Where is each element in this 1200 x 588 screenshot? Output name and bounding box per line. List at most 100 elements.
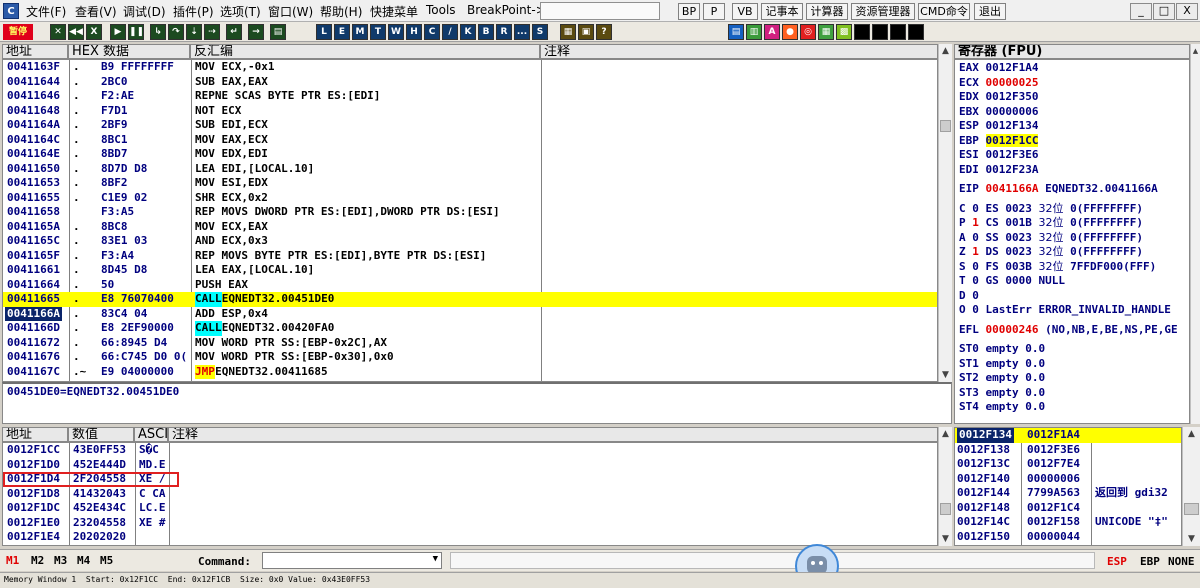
stack-pane[interactable]: 0012F134 0012F1A4 0012F138 0012F3E6 0012F13C…	[954, 427, 1182, 546]
memory-window-icon[interactable]: M	[352, 24, 368, 40]
registers-header[interactable]: 寄存器 (FPU)	[954, 44, 1190, 59]
dump-row[interactable]: 0012F1E0 23204558 XE #	[3, 516, 937, 531]
register-value[interactable]: 0012F1A4	[986, 61, 1039, 74]
patches-window-icon[interactable]: /	[442, 24, 458, 40]
mem-tab-m2[interactable]: M2	[31, 554, 44, 567]
register-value[interactable]: 00000025	[986, 76, 1039, 89]
disasm-row[interactable]: 0041164E. 8BD7 MOV EDX,EDI	[3, 147, 937, 162]
flag-value[interactable]: 0	[972, 202, 979, 215]
stack-scroll-thumb[interactable]	[1184, 503, 1199, 515]
disasm-header-disasm[interactable]: 反汇编	[190, 44, 540, 59]
rewind-icon[interactable]: ◀◀	[68, 24, 84, 40]
register-value[interactable]: 00000246	[986, 323, 1039, 336]
menu-breakpoint[interactable]: BreakPoint->	[467, 3, 546, 17]
execute-till-return-icon[interactable]: ↵	[226, 24, 242, 40]
fpu-register[interactable]: ST0 empty 0.0	[959, 342, 1045, 355]
register-value[interactable]: 0012F1CC	[985, 133, 1039, 147]
fpu-row[interactable]: ST4 empty 0.0	[959, 400, 1045, 415]
menu-debug[interactable]: 调试(D)	[123, 3, 166, 20]
register-row[interactable]: EBP 0012F1CC	[959, 133, 1039, 149]
fpu-register[interactable]: ST3 empty 0.0	[959, 386, 1045, 399]
stack-row[interactable]: 0012F13C 0012F7E4	[955, 457, 1181, 472]
disasm-row[interactable]: 0041164C. 8BC1 MOV EAX,ECX	[3, 133, 937, 148]
disasm-pane[interactable]: 0041163F. B9 FFFFFFFF MOV ECX,-0x1 00411644…	[2, 59, 938, 382]
disasm-row[interactable]: 0041166D. E8 2EF90000 CALL EQNEDT32.00420F…	[3, 321, 937, 336]
modules-window-icon[interactable]: E	[334, 24, 350, 40]
references-window-icon[interactable]: R	[496, 24, 512, 40]
register-row[interactable]: EDX 0012F350	[959, 90, 1038, 105]
restore-button[interactable]: □	[1153, 3, 1175, 20]
dump-scroll-thumb[interactable]	[940, 503, 951, 515]
p-button[interactable]: P	[703, 3, 725, 20]
breakpoint-dropdown[interactable]	[540, 2, 660, 20]
register-row[interactable]: EAX 0012F1A4	[959, 61, 1038, 76]
registers-pane[interactable]: EAX 0012F1A4 ECX 00000025 EDX 0012F350 EBX …	[954, 59, 1190, 424]
menu-tools[interactable]: Tools	[426, 3, 456, 17]
step-over-icon[interactable]: ↷	[168, 24, 184, 40]
command-dropdown-icon[interactable]: ▼	[433, 554, 438, 564]
eip-row[interactable]: EIP 0041166A EQNEDT32.0041166A	[959, 182, 1158, 197]
trace-over-icon[interactable]: ⇢	[204, 24, 220, 40]
calculator-button[interactable]: 计算器	[806, 3, 848, 20]
scroll-down-icon[interactable]: ▼	[939, 368, 952, 382]
stack-row[interactable]: 0012F14C 0012F158 UNICODE "‡"	[955, 515, 1181, 530]
handles-window-icon[interactable]: H	[406, 24, 422, 40]
disasm-row[interactable]: 00411655. C1E9 02 SHR ECX,0x2	[3, 191, 937, 206]
flag-row[interactable]: O 0 LastErr ERROR_INVALID_HANDLE	[959, 303, 1171, 318]
plugin9-icon[interactable]	[872, 24, 888, 40]
none-follow-button[interactable]: NONE	[1168, 555, 1195, 568]
explorer-button[interactable]: 资源管理器	[851, 3, 915, 20]
disasm-row[interactable]: 0041166A. 83C4 04 ADD ESP,0x4	[3, 306, 937, 321]
appearance-icon[interactable]: ▣	[578, 24, 594, 40]
disasm-row[interactable]: 00411664. 50 PUSH EAX	[3, 278, 937, 293]
fpu-register[interactable]: ST4 empty 0.0	[959, 400, 1045, 413]
options-icon[interactable]: ▦	[560, 24, 576, 40]
restart-icon[interactable]: ✕	[50, 24, 66, 40]
stack-row[interactable]: 0012F134 0012F1A4	[955, 428, 1181, 443]
register-row[interactable]: ECX 00000025	[959, 76, 1038, 91]
register-value[interactable]: 0041166A	[986, 182, 1039, 195]
disasm-row[interactable]: 0041165F. F3:A4 REP MOVS BYTE PTR ES:[EDI]…	[3, 249, 937, 264]
stack-scroll-up-icon[interactable]: ▲	[1183, 427, 1200, 441]
threads-window-icon[interactable]: T	[370, 24, 386, 40]
stack-row[interactable]: 0012F148 0012F1C4	[955, 501, 1181, 516]
fpu-register[interactable]: ST2 empty 0.0	[959, 371, 1045, 384]
disasm-row[interactable]: 0041167C .~ E9 04000000 JMP EQNEDT32.004116…	[3, 364, 937, 379]
animate-icon[interactable]: ▤	[270, 24, 286, 40]
mem-tab-m5[interactable]: M5	[100, 554, 113, 567]
fpu-register[interactable]: ST1 empty 0.0	[959, 357, 1045, 370]
pause-icon[interactable]: ❚❚	[128, 24, 144, 40]
disasm-row[interactable]: 00411653. 8BF2 MOV ESI,EDX	[3, 176, 937, 191]
disasm-row[interactable]: 00411650. 8D7D D8 LEA EDI,[LOCAL.10]	[3, 162, 937, 177]
reg-scroll-up-icon[interactable]: ▲	[1191, 44, 1200, 58]
disasm-scrollbar[interactable]: ▲ ▼	[938, 44, 952, 382]
dump-header-ascii[interactable]: ASCI	[134, 427, 168, 442]
disasm-scroll-thumb[interactable]	[940, 120, 951, 132]
dump-row[interactable]: 0012F1D0 452E444D MD.E	[3, 458, 937, 473]
goto-icon[interactable]: →	[248, 24, 264, 40]
menu-window[interactable]: 窗口(W)	[268, 3, 313, 20]
flag-row[interactable]: T 0 GS 0000 NULL	[959, 274, 1065, 289]
plugin3-icon[interactable]: A	[764, 24, 780, 40]
esp-follow-button[interactable]: ESP	[1107, 555, 1127, 568]
vb-button[interactable]: VB	[732, 3, 758, 20]
menu-plugins[interactable]: 插件(P)	[173, 3, 214, 20]
dump-row[interactable]: 0012F1E4 20202020	[3, 530, 937, 545]
call-stack-window-icon[interactable]: K	[460, 24, 476, 40]
stack-row[interactable]: 0012F140 00000006	[955, 472, 1181, 487]
register-value[interactable]: 0012F23A	[986, 163, 1039, 176]
dump-header-comment[interactable]: 注释	[168, 427, 938, 442]
disasm-row[interactable]: 0041165C. 83E1 03 AND ECX,0x3	[3, 234, 937, 249]
stack-scroll-down-icon[interactable]: ▼	[1183, 532, 1200, 546]
run-trace-window-icon[interactable]: ...	[514, 24, 530, 40]
menu-file[interactable]: 文件(F)	[26, 3, 66, 20]
notepad-button[interactable]: 记事本	[761, 3, 803, 20]
stack-row[interactable]: 0012F150 00000044	[955, 530, 1181, 545]
close-debuggee-icon[interactable]: X	[86, 24, 102, 40]
mem-tab-m1[interactable]: M1	[6, 554, 19, 567]
mem-tab-m4[interactable]: M4	[77, 554, 90, 567]
plugin5-icon[interactable]: ◎	[800, 24, 816, 40]
disasm-row[interactable]: 00411648. F7D1 NOT ECX	[3, 104, 937, 119]
disasm-header-hex[interactable]: HEX 数据	[68, 44, 190, 59]
register-row[interactable]: EBX 00000006	[959, 105, 1038, 120]
